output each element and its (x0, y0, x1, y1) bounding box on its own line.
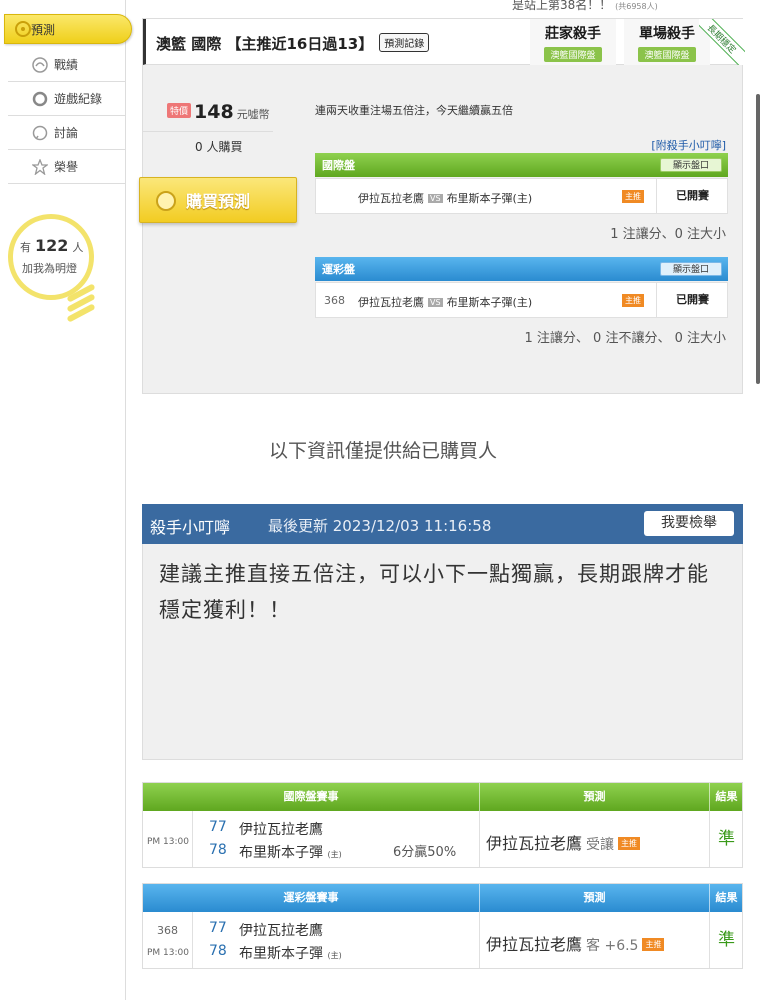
follow-label: 加我為明燈 (22, 262, 77, 275)
coin-icon (156, 191, 176, 211)
bulb-base-icon (66, 283, 96, 323)
table-row: 368 PM 13:00 77 伊拉瓦拉老鷹 78 布里斯本子彈 (主) 伊拉瓦… (143, 912, 742, 968)
main-pick-tag: 主推 (622, 294, 644, 307)
record-icon (32, 57, 48, 73)
table-header: 國際盤賽事 預測 結果 (143, 783, 742, 811)
sidebar-item-predict[interactable]: 預測 (4, 14, 132, 44)
result-cell: 準 (718, 829, 735, 849)
prediction-description: 連兩天收重注場五倍注，今天繼續贏五倍 (315, 104, 513, 117)
divider (143, 131, 273, 132)
scrollbar[interactable] (756, 94, 760, 384)
sidebar: 預測 戰績 遊戲紀錄 討論 榮譽 有 122 人 加我為明燈 (0, 0, 132, 1000)
sidebar-item-honor[interactable]: 榮譽 (8, 150, 126, 184)
sidebar-item-label: 討論 (54, 126, 79, 140)
match-status: 已開賽 (656, 179, 728, 213)
corner-ribbon: 長期穩定 (699, 19, 745, 65)
match-cell: 77 伊拉瓦拉老鷹 78 布里斯本子彈 (主) 6分贏50% (193, 811, 480, 867)
sidebar-item-label: 遊戲紀錄 (54, 92, 103, 106)
main-pick-tag: 主推 (622, 190, 644, 203)
target-icon (15, 21, 31, 37)
sidebar-item-game-log[interactable]: 遊戲紀錄 (8, 82, 126, 116)
report-button[interactable]: 我要檢舉 (644, 511, 734, 536)
match-cell: 77 伊拉瓦拉老鷹 78 布里斯本子彈 (主) (193, 912, 480, 968)
badge-bookmaker-killer: 莊家殺手 澳籃國際盤 (530, 19, 616, 65)
odds-text: 6分贏50% (393, 845, 457, 860)
main-pick-tag: 主推 (618, 837, 641, 850)
vs-icon: VS (428, 194, 443, 203)
tip-updated: 最後更新 2023/12/03 11:16:58 (268, 517, 492, 535)
lottery-match-row: 368 伊拉瓦拉老鷹 VS 布里斯本子彈(主) 主推 已開賽 (315, 282, 728, 318)
table-row: PM 13:00 77 伊拉瓦拉老鷹 78 布里斯本子彈 (主) 6分贏50% … (143, 811, 742, 867)
intl-match-row: 伊拉瓦拉老鷹 VS 布里斯本子彈(主) 主推 已開賽 (315, 178, 728, 214)
table-header: 運彩盤賽事 預測 結果 (143, 884, 742, 912)
tip-body: 建議主推直接五倍注，可以小下一點獨贏，長期跟牌才能穩定獲利！！ (142, 544, 743, 760)
lottery-header: 運彩盤 顯示盤口 (315, 257, 728, 281)
page-title: 澳籃 國際 【主推近16日過13】 預測記錄 (156, 33, 430, 54)
lottery-result-table: 運彩盤賽事 預測 結果 368 PM 13:00 77 伊拉瓦拉老鷹 78 布里… (142, 883, 743, 969)
history-button[interactable]: 預測記錄 (379, 33, 430, 52)
prediction-cell: 伊拉瓦拉老鷹客 +6.5 主推 (480, 912, 710, 968)
buyer-count: 0 人購買 (195, 140, 243, 154)
sidebar-item-record[interactable]: 戰績 (8, 48, 126, 82)
buy-prediction-button[interactable]: 購買預測 (139, 177, 297, 223)
follower-count: 有 122 人 (20, 236, 84, 255)
vs-icon: VS (428, 298, 443, 307)
tip-header: 殺手小叮嚀 最後更新 2023/12/03 11:16:58 我要檢舉 (142, 504, 743, 544)
badge-single-killer: 單場殺手 澳籃國際盤 (624, 19, 710, 65)
title-bar: 澳籃 國際 【主推近16日過13】 預測記錄 莊家殺手 澳籃國際盤 單場殺手 澳籃… (143, 19, 745, 65)
sidebar-item-label: 榮譽 (54, 160, 79, 174)
tip-text: 建議主推直接五倍注，可以小下一點獨贏，長期跟牌才能穩定獲利！！ (159, 562, 709, 622)
tip-title: 殺手小叮嚀 (150, 518, 231, 537)
match-number: 368 (324, 294, 345, 307)
match-teams: 伊拉瓦拉老鷹 VS 布里斯本子彈(主) (358, 192, 533, 205)
bulb-icon (8, 214, 94, 300)
medal-icon (32, 159, 48, 175)
match-time-cell: 368 PM 13:00 (143, 912, 193, 968)
follow-bulb[interactable]: 有 122 人 加我為明燈 (8, 214, 98, 324)
rank-text: 是站上第38名！！ (共6958人) (512, 0, 658, 12)
purchaser-notice: 以下資訊僅提供給已購買人 (268, 440, 497, 462)
sidebar-item-label: 預測 (31, 22, 56, 37)
intl-summary: 1 注讓分、0 注大小 (610, 227, 726, 242)
match-teams: 伊拉瓦拉老鷹 VS 布里斯本子彈(主) (358, 296, 533, 309)
prediction-panel: 澳籃 國際 【主推近16日過13】 預測記錄 莊家殺手 澳籃國際盤 單場殺手 澳籃… (139, 18, 745, 394)
intl-result-table: 國際盤賽事 預測 結果 PM 13:00 77 伊拉瓦拉老鷹 78 布里斯本子彈… (142, 782, 743, 868)
sidebar-item-discuss[interactable]: 討論 (8, 116, 126, 150)
match-status: 已開賽 (656, 283, 728, 317)
intl-header: 國際盤 顯示盤口 (315, 153, 728, 177)
main-pick-tag: 主推 (642, 938, 665, 951)
match-time-cell: PM 13:00 (143, 811, 193, 867)
prediction-cell: 伊拉瓦拉老鷹 受讓 主推 (480, 811, 710, 867)
sidebar-item-label: 戰績 (54, 58, 79, 72)
sale-tag: 特價 (167, 103, 192, 118)
chat-icon (32, 125, 48, 141)
price: 特價 148 元噓幣 (167, 101, 271, 125)
attach-tip-link[interactable]: [附殺手小叮嚀] (651, 137, 726, 153)
result-cell: 準 (718, 930, 735, 950)
circle-icon (32, 91, 48, 107)
show-odds-button[interactable]: 顯示盤口 (660, 158, 722, 172)
lottery-summary: 1 注讓分、 0 注不讓分、 0 注大小 (524, 331, 726, 346)
show-odds-button[interactable]: 顯示盤口 (660, 262, 722, 276)
